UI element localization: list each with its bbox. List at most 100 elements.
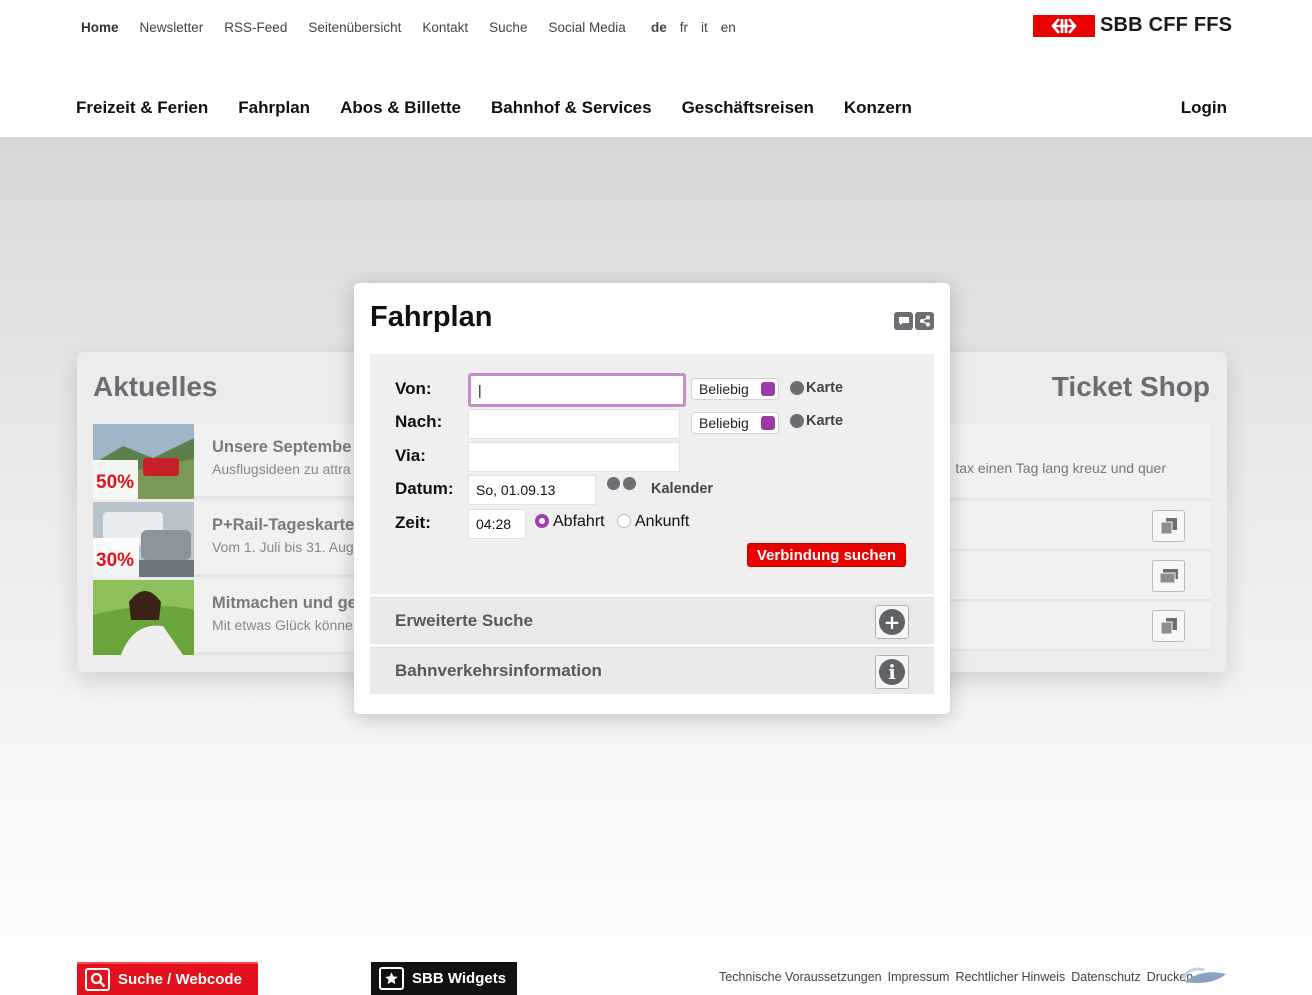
service-nav-suche[interactable]: Suche <box>489 20 527 35</box>
expand-button[interactable]: + <box>875 605 909 639</box>
ticketshop-title: Ticket Shop <box>1051 371 1210 402</box>
news-item[interactable]: 50% Unsere Septembe Ausflugsideen zu att… <box>93 424 377 499</box>
news-thumbnail: 30% <box>93 502 194 577</box>
zeit-label: Zeit: <box>395 513 431 532</box>
share-icon[interactable] <box>915 312 934 330</box>
next-day-icon[interactable] <box>623 477 636 490</box>
footer-link-rechtlich[interactable]: Rechtlicher Hinweis <box>955 970 1065 984</box>
sbb-widgets-label: SBB Widgets <box>412 970 507 987</box>
lang-en[interactable]: en <box>721 20 736 35</box>
bahnverkehrsinfo-label: Bahnverkehrsinformation <box>395 661 602 680</box>
datum-input[interactable]: So, 01.09.13 <box>468 475 596 505</box>
von-select[interactable]: Beliebig <box>691 378 779 400</box>
main-nav-freizeit[interactable]: Freizeit & Ferien <box>76 98 208 118</box>
abfahrt-label: Abfahrt <box>553 513 605 530</box>
radio-checked-icon <box>535 514 549 528</box>
service-nav-newsletter[interactable]: Newsletter <box>140 20 204 35</box>
ticket-icon[interactable] <box>1152 610 1185 642</box>
service-nav-home[interactable]: Home <box>81 20 119 35</box>
von-input[interactable]: | <box>468 373 686 407</box>
main-nav: Freizeit & Ferien Fahrplan Abos & Billet… <box>76 98 942 118</box>
nach-select-value: Beliebig <box>699 415 749 431</box>
main-nav-abos[interactable]: Abos & Billette <box>340 98 461 118</box>
footer-link-datenschutz[interactable]: Datenschutz <box>1071 970 1140 984</box>
logo-text: SBB CFF FFS <box>1100 14 1233 36</box>
shop-item[interactable] <box>930 502 1211 551</box>
news-thumbnail: 50% <box>93 424 194 499</box>
von-select-value: Beliebig <box>699 381 749 397</box>
lang-de[interactable]: de <box>651 20 667 35</box>
abfahrt-option[interactable]: Abfahrt <box>535 513 605 531</box>
prev-day-icon[interactable] <box>607 477 620 490</box>
select-arrows-icon <box>761 382 775 396</box>
news-item[interactable]: 30% P+Rail-Tageskarte Vom 1. Juli bis 31… <box>93 502 377 577</box>
page-header: Home Newsletter RSS-Feed Seitenübersicht… <box>0 0 1312 137</box>
nach-select[interactable]: Beliebig <box>691 412 779 434</box>
ankunft-option[interactable]: Ankunft <box>617 513 689 531</box>
fahrplan-card: Fahrplan Von: | Beliebig Karte Nach: Bel… <box>354 283 950 714</box>
news-subtitle: Vom 1. Juli bis 31. Aug <box>212 539 354 555</box>
map-icon <box>790 414 804 428</box>
news-title: P+Rail-Tageskarte <box>212 516 355 534</box>
language-switcher: de fr it en <box>651 20 749 35</box>
fahrplan-card-icons <box>894 312 934 330</box>
nach-karte-link[interactable]: Karte <box>790 413 843 429</box>
main-nav-geschaeftsreisen[interactable]: Geschäftsreisen <box>682 98 814 118</box>
lang-it[interactable]: it <box>701 20 708 35</box>
radio-unchecked-icon <box>617 514 631 528</box>
plus-icon: + <box>879 609 905 635</box>
bahnverkehrsinfo-accordion[interactable]: Bahnverkehrsinformation i <box>370 647 934 694</box>
news-title: Mitmachen und ge <box>212 594 357 612</box>
shop-item-text: tax einen Tag lang kreuz und quer <box>955 460 1166 476</box>
info-button[interactable]: i <box>875 655 909 689</box>
service-nav-sitemap[interactable]: Seitenübersicht <box>308 20 401 35</box>
ticket-icon[interactable] <box>1152 510 1185 542</box>
nach-input[interactable] <box>468 409 680 439</box>
railteam-logo-icon[interactable] <box>1180 964 1228 988</box>
card-icon[interactable] <box>1152 560 1185 592</box>
suche-webcode-button[interactable]: Suche / Webcode <box>77 962 258 995</box>
footer-link-impressum[interactable]: Impressum <box>888 970 950 984</box>
star-icon <box>379 967 404 990</box>
zeit-input[interactable]: 04:28 <box>468 509 526 539</box>
news-subtitle: Mit etwas Glück könne <box>212 617 353 633</box>
news-thumbnail <box>93 580 194 655</box>
aktuelles-panel: Aktuelles 50% Unsere Septembe Ausflugsid… <box>77 352 377 672</box>
shop-item[interactable] <box>930 552 1211 601</box>
search-icon <box>85 968 110 991</box>
fahrplan-title: Fahrplan <box>370 301 493 333</box>
suche-webcode-label: Suche / Webcode <box>118 971 242 988</box>
lang-fr[interactable]: fr <box>680 20 688 35</box>
kalender-link[interactable]: Kalender <box>651 481 713 497</box>
main-nav-fahrplan[interactable]: Fahrplan <box>238 98 310 118</box>
main-nav-bahnhof[interactable]: Bahnhof & Services <box>491 98 652 118</box>
verbindung-suchen-button[interactable]: Verbindung suchen <box>747 543 906 567</box>
ticketshop-panel: Ticket Shop tax einen Tag lang kreuz und… <box>930 352 1227 672</box>
service-nav-kontakt[interactable]: Kontakt <box>422 20 468 35</box>
erweiterte-suche-label: Erweiterte Suche <box>395 611 533 630</box>
main-nav-konzern[interactable]: Konzern <box>844 98 912 118</box>
sbb-widgets-button[interactable]: SBB Widgets <box>371 962 517 995</box>
footer-link-technik[interactable]: Technische Voraussetzungen <box>719 970 882 984</box>
karte-label: Karte <box>806 380 844 396</box>
erweiterte-suche-accordion[interactable]: Erweiterte Suche + <box>370 597 934 644</box>
login-link[interactable]: Login <box>1181 98 1227 118</box>
comment-icon[interactable] <box>894 312 913 330</box>
service-nav: Home Newsletter RSS-Feed Seitenübersicht… <box>81 20 647 35</box>
karte-label: Karte <box>806 413 844 429</box>
discount-badge-50: 50% <box>96 472 134 493</box>
aktuelles-title: Aktuelles <box>93 371 218 402</box>
select-arrows-icon <box>761 416 775 430</box>
sbb-logo[interactable]: SBB CFF FFS <box>1033 14 1232 37</box>
news-item[interactable]: Mitmachen und ge Mit etwas Glück könne <box>93 580 377 655</box>
service-nav-social[interactable]: Social Media <box>548 20 625 35</box>
shop-item[interactable] <box>930 602 1211 651</box>
via-input[interactable] <box>468 442 680 472</box>
von-karte-link[interactable]: Karte <box>790 380 843 396</box>
date-stepper <box>607 477 636 490</box>
fahrplan-form: Von: | Beliebig Karte Nach: Beliebig Kar… <box>370 354 934 594</box>
discount-badge-30: 30% <box>96 550 134 571</box>
service-nav-rss[interactable]: RSS-Feed <box>224 20 287 35</box>
shop-item-daypass[interactable]: tax einen Tag lang kreuz und quer <box>930 424 1211 500</box>
nach-label: Nach: <box>395 412 443 431</box>
